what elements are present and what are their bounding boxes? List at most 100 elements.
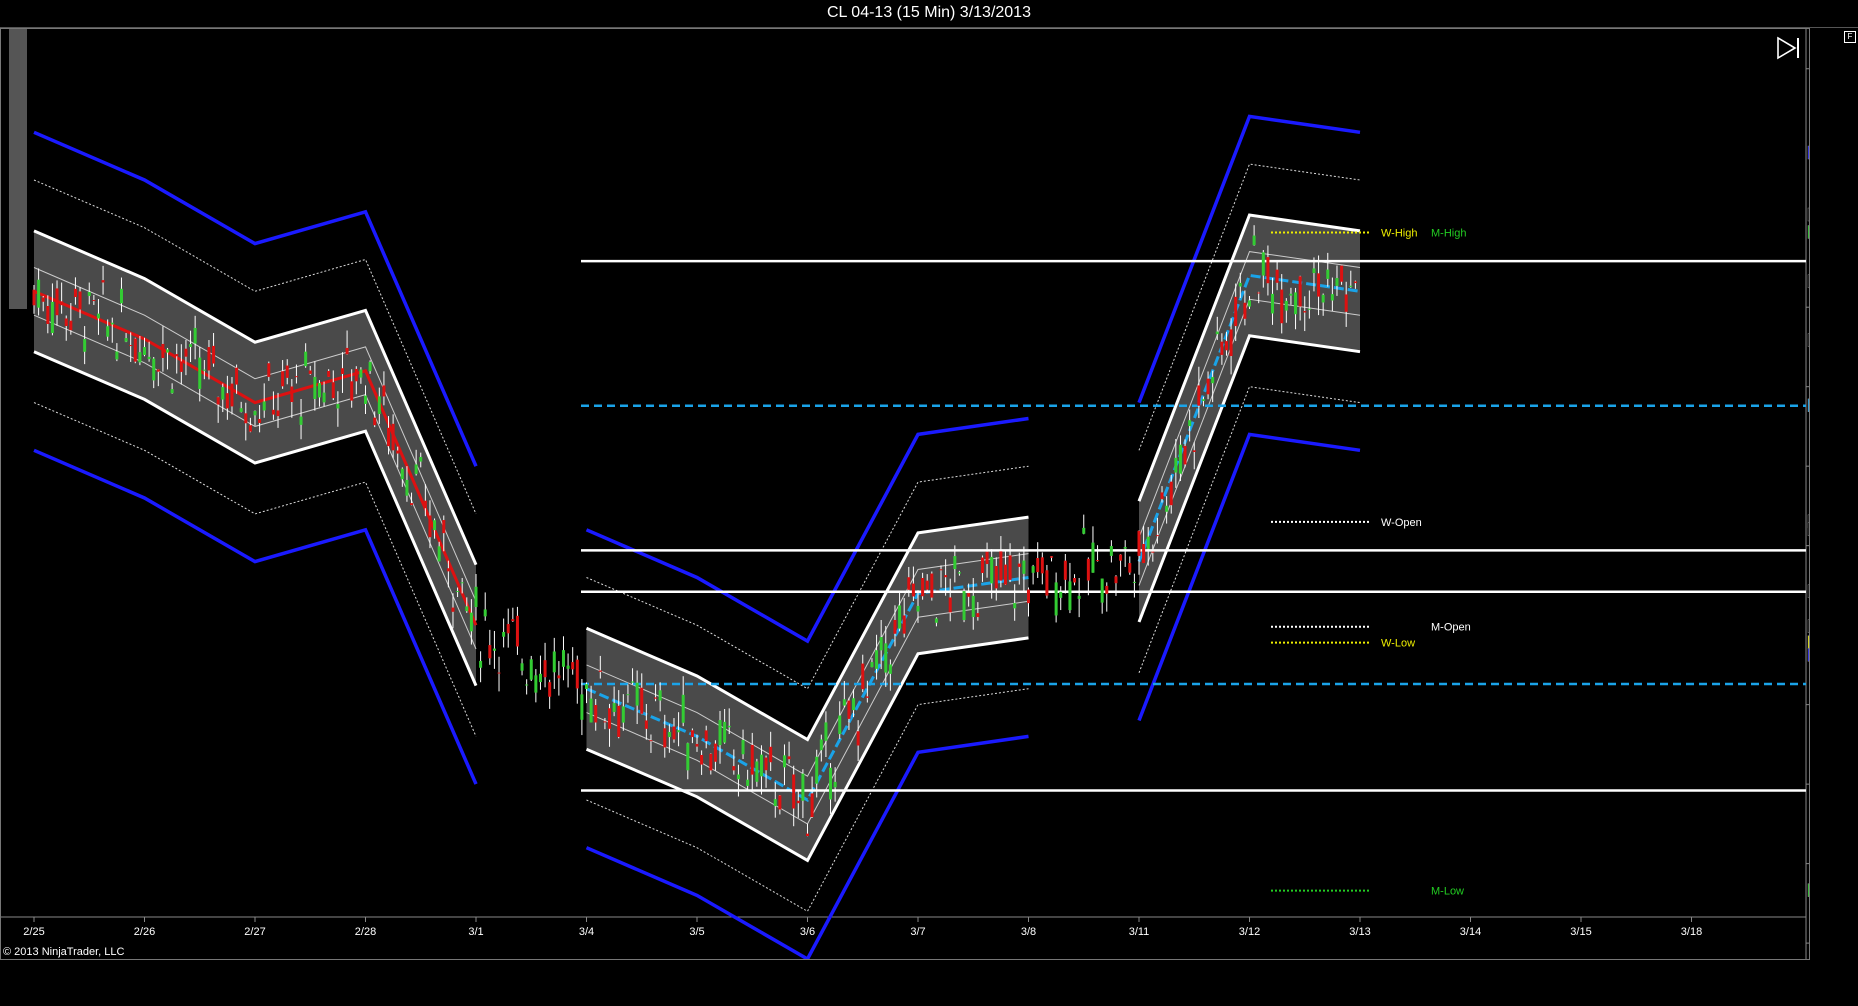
- bear-candle: [939, 569, 943, 571]
- bear-candle: [769, 746, 773, 763]
- skip-to-end-icon[interactable]: [1775, 35, 1801, 61]
- bear-candle: [1003, 564, 1007, 585]
- bear-candle: [244, 413, 248, 424]
- bull-candle: [262, 401, 266, 411]
- bull-candle: [193, 327, 197, 344]
- bear-candle: [184, 348, 188, 357]
- bear-candle: [281, 371, 285, 387]
- bear-candle: [308, 370, 312, 374]
- price-chart[interactable]: W-HighM-HighW-OpenM-OpenW-LowM-Low94.509…: [1, 29, 1809, 959]
- bull-candle: [1284, 300, 1288, 311]
- bull-candle: [166, 349, 170, 353]
- price-marker-box: [1807, 398, 1809, 413]
- bull-candle: [110, 322, 114, 325]
- bull-candle: [746, 779, 750, 786]
- bear-candle: [1206, 378, 1210, 395]
- bear-candle: [649, 740, 653, 742]
- bear-candle: [1169, 481, 1173, 506]
- bear-candle: [1086, 558, 1090, 581]
- price-marker-box: [1807, 522, 1809, 537]
- bull-candle: [1289, 293, 1293, 296]
- bull-candle: [829, 767, 833, 800]
- bear-candle: [617, 705, 621, 737]
- bear-candle: [764, 757, 768, 771]
- bear-candle: [925, 580, 929, 590]
- bear-candle: [1008, 555, 1012, 580]
- x-tick-label: 3/5: [689, 926, 704, 938]
- bear-candle: [410, 503, 414, 505]
- bear-candle: [921, 578, 925, 597]
- bear-candle: [354, 368, 358, 382]
- bear-candle: [175, 354, 179, 357]
- bear-candle: [1280, 289, 1284, 324]
- bull-candle: [198, 357, 202, 389]
- bull-candle: [580, 694, 584, 720]
- bear-candle: [373, 417, 377, 426]
- bear-candle: [156, 369, 160, 372]
- bear-candle: [41, 297, 45, 302]
- bull-candle: [202, 369, 206, 371]
- x-tick-label: 3/12: [1239, 926, 1260, 938]
- bull-candle: [119, 288, 123, 304]
- bull-candle: [299, 416, 303, 425]
- bear-candle: [948, 597, 952, 613]
- bull-candle: [1068, 581, 1072, 611]
- bear-candle: [810, 793, 814, 818]
- bear-candle: [861, 663, 865, 690]
- bull-candle: [621, 706, 625, 723]
- chart-plot-area[interactable]: W-HighM-HighW-OpenM-OpenW-LowM-Low94.509…: [0, 28, 1810, 960]
- bear-candle: [345, 347, 349, 355]
- bear-candle: [1353, 281, 1357, 284]
- bull-candle: [773, 799, 777, 807]
- bull-candle: [1271, 293, 1275, 314]
- bear-candle: [78, 291, 82, 310]
- bear-candle: [1197, 385, 1201, 406]
- bear-candle: [1303, 311, 1307, 313]
- bull-candle: [1252, 235, 1256, 246]
- bear-candle: [497, 672, 501, 674]
- bear-candle: [1275, 269, 1279, 283]
- bear-candle: [69, 320, 73, 331]
- bull-candle: [898, 605, 902, 629]
- bear-candle: [1257, 292, 1261, 294]
- bull-candle: [520, 663, 524, 671]
- bear-candle: [911, 583, 915, 597]
- bull-candle: [87, 291, 91, 296]
- bull-candle: [838, 715, 842, 735]
- bear-candle: [695, 743, 699, 747]
- bull-candle: [400, 468, 404, 480]
- history-scroll-strip: [9, 29, 27, 309]
- bull-candle: [143, 347, 146, 355]
- bull-candle: [1013, 603, 1017, 609]
- bull-candle: [1326, 269, 1330, 279]
- bear-candle: [212, 345, 216, 364]
- price-marker-box: [1807, 333, 1809, 347]
- bear-candle: [603, 721, 607, 723]
- bull-candle: [474, 586, 478, 608]
- bear-candle: [1298, 276, 1302, 307]
- bull-candle: [525, 684, 529, 686]
- bear-candle: [60, 301, 64, 306]
- bull-candle: [718, 720, 722, 746]
- bull-candle: [677, 730, 681, 733]
- bull-candle: [1238, 282, 1242, 287]
- bull-candle: [884, 643, 888, 673]
- bear-candle: [1266, 257, 1270, 284]
- bull-candle: [1248, 300, 1251, 307]
- x-tick-label: 3/13: [1349, 926, 1370, 938]
- bull-candle: [566, 665, 570, 669]
- bear-candle: [944, 575, 948, 578]
- bear-candle: [1114, 576, 1118, 584]
- bear-candle: [902, 615, 906, 634]
- bear-candle: [1119, 554, 1123, 561]
- bull-candle: [1335, 277, 1339, 286]
- bull-candle: [115, 351, 119, 360]
- bear-candle: [640, 687, 644, 714]
- bull-candle: [106, 326, 110, 337]
- bull-candle: [1146, 536, 1150, 549]
- bear-candle: [64, 318, 68, 327]
- price-marker-box: [1807, 635, 1809, 649]
- bear-candle: [644, 720, 648, 729]
- bear-candle: [1183, 445, 1187, 465]
- bull-candle: [529, 659, 533, 680]
